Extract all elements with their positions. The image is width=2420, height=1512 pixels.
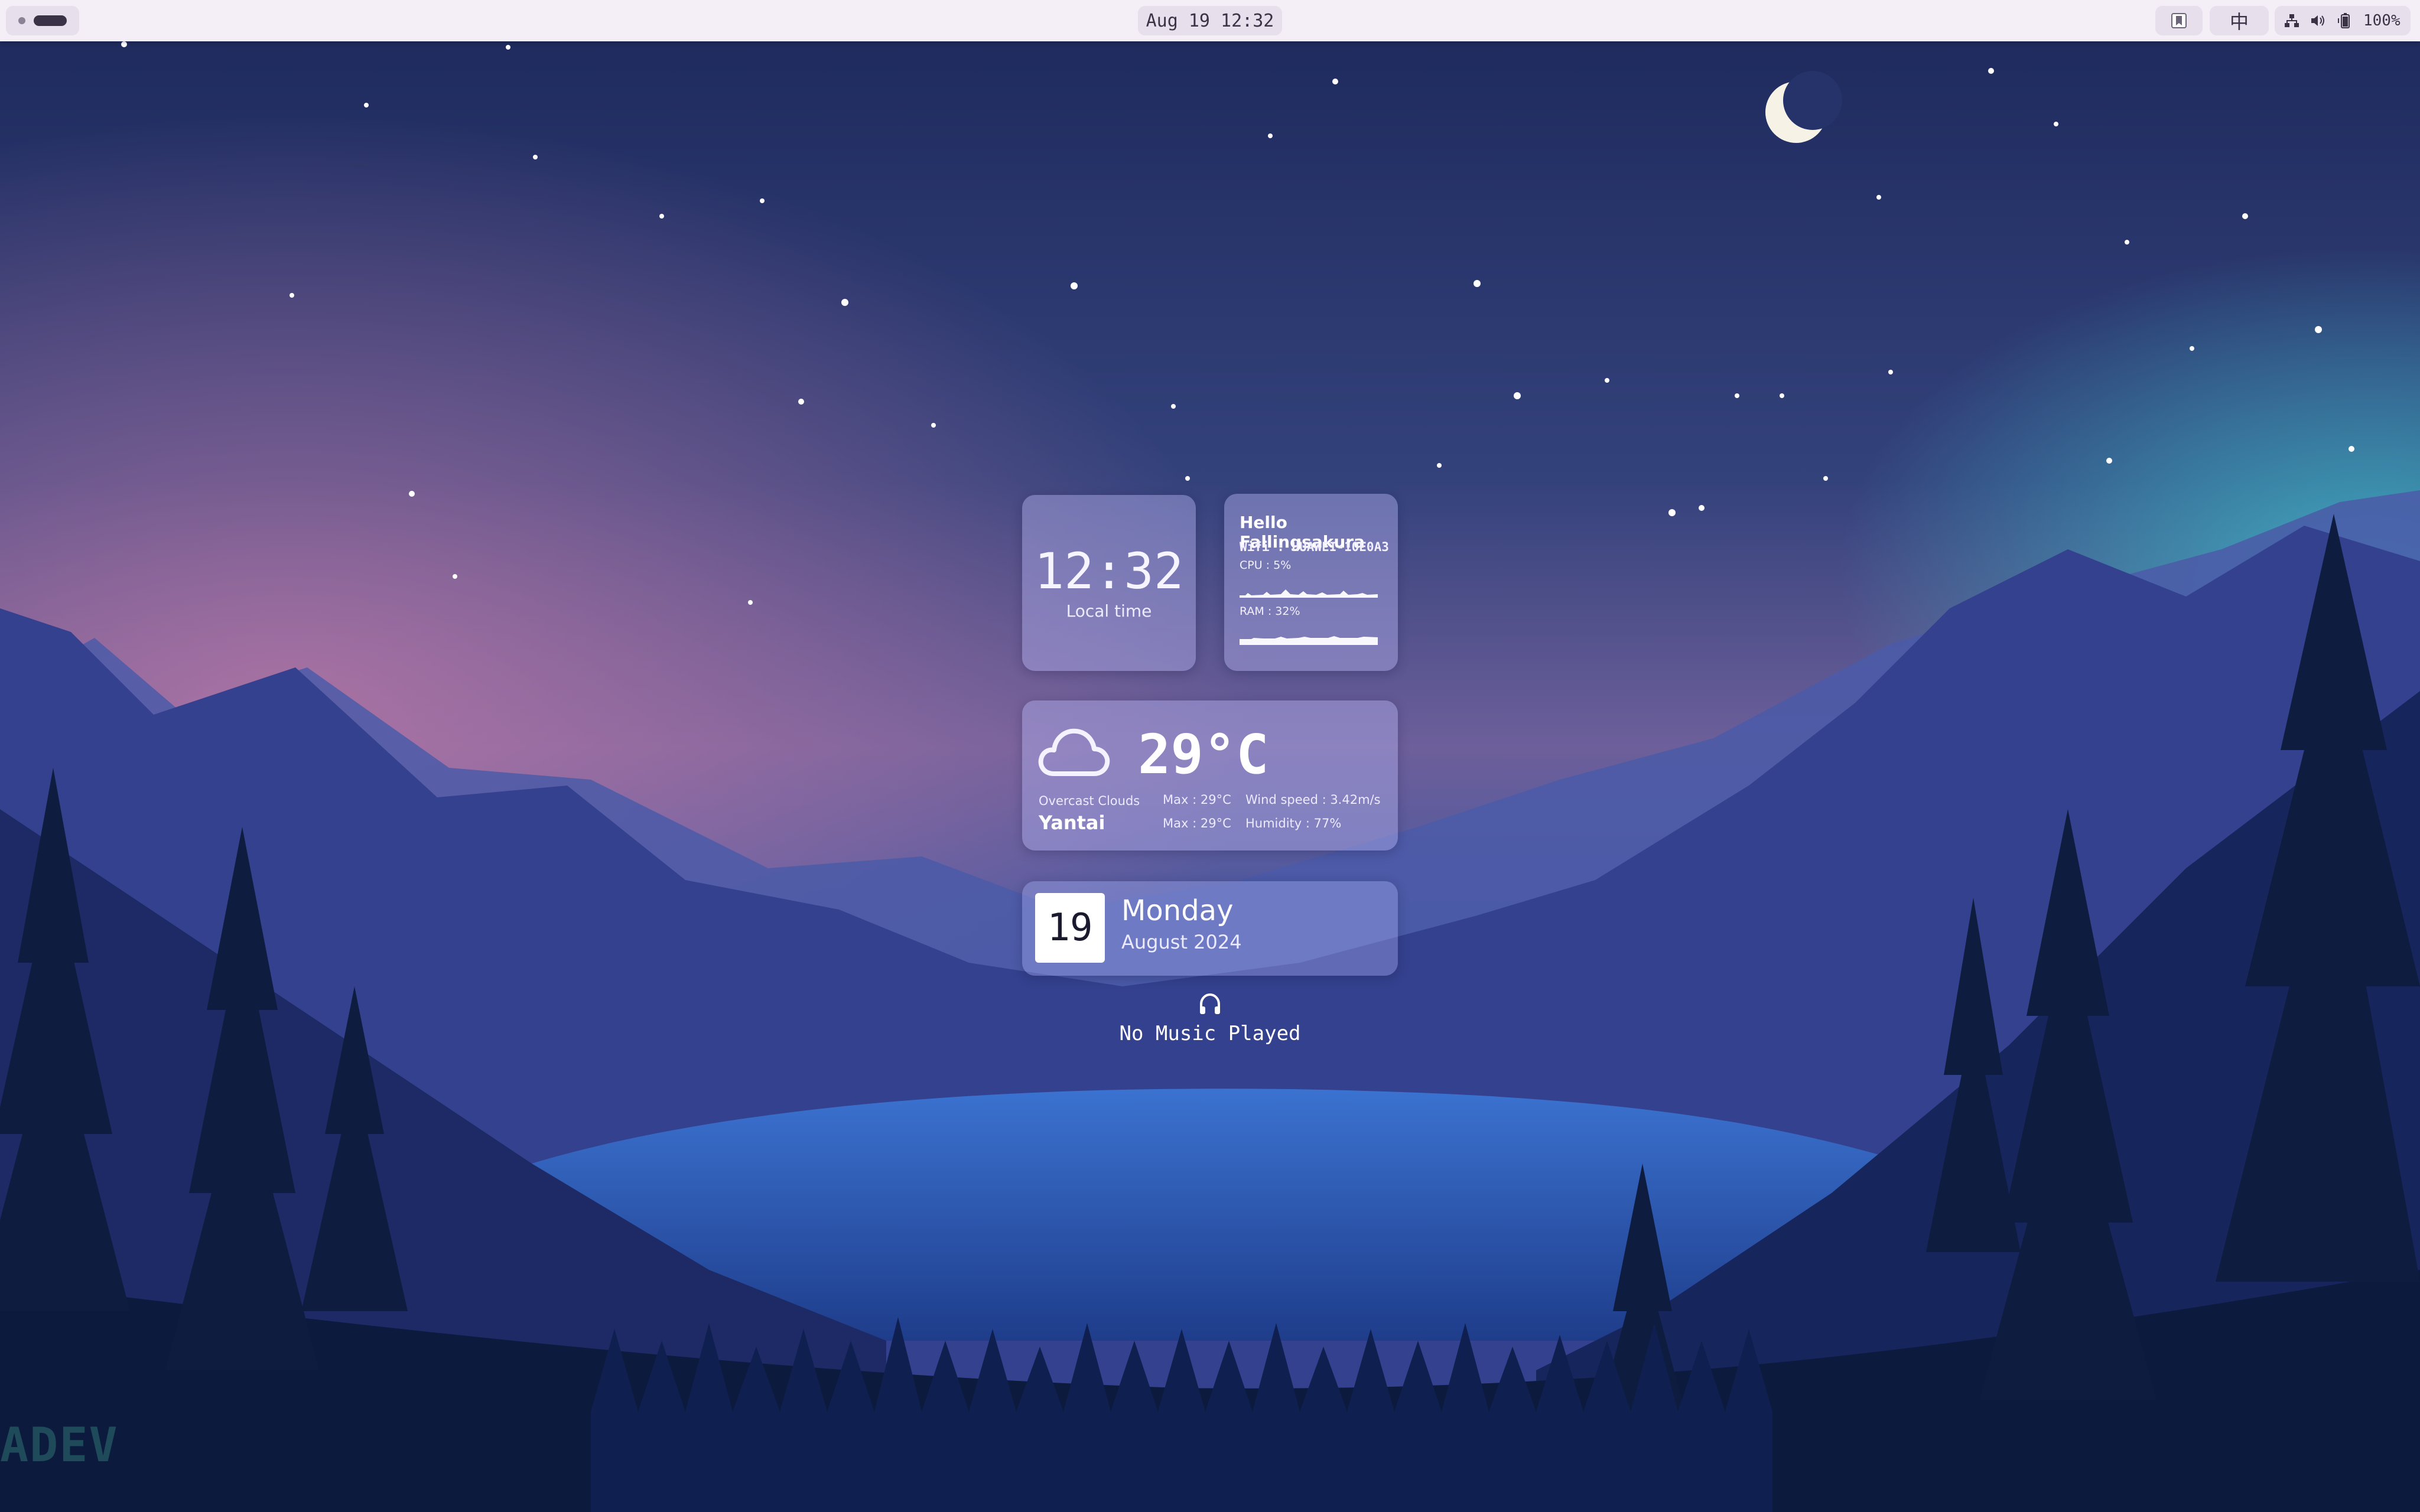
weather-description: Overcast Clouds bbox=[1039, 794, 1140, 808]
music-status: No Music Played bbox=[1119, 1022, 1301, 1045]
bookmark-button[interactable] bbox=[2155, 6, 2203, 35]
workspace-dot[interactable] bbox=[18, 17, 25, 24]
weather-max-1: Max : 29°C bbox=[1163, 793, 1231, 807]
wind-speed: Wind speed : 3.42m/s bbox=[1245, 793, 1381, 807]
system-tray[interactable]: 100% bbox=[2275, 6, 2411, 35]
datetime-label: Aug 19 12:32 bbox=[1146, 10, 1274, 31]
weather-city: Yantai bbox=[1039, 812, 1105, 834]
top-bar: Aug 19 12:32 中 100% bbox=[0, 0, 2420, 41]
workspace-switcher[interactable] bbox=[6, 6, 79, 35]
battery-percentage: 100% bbox=[2363, 12, 2401, 30]
cloud-icon bbox=[1037, 723, 1111, 782]
cpu-usage: CPU : 5% bbox=[1240, 559, 1292, 572]
workspace-active-indicator[interactable] bbox=[34, 15, 67, 26]
temperature: 29°C bbox=[1138, 723, 1269, 786]
clock-widget: 12:32 Local time bbox=[1022, 495, 1196, 671]
input-method-label: 中 bbox=[2229, 11, 2249, 33]
weekday: Monday bbox=[1121, 894, 1234, 927]
battery-icon bbox=[2337, 12, 2353, 29]
clock-label: Local time bbox=[1066, 601, 1152, 621]
humidity: Humidity : 77% bbox=[1245, 816, 1342, 830]
input-method-button[interactable]: 中 bbox=[2210, 6, 2269, 35]
weather-widget: 29°C Overcast Clouds Yantai Max : 29°C M… bbox=[1022, 700, 1398, 850]
weather-max-2: Max : 29°C bbox=[1163, 816, 1231, 830]
cpu-graph bbox=[1240, 589, 1378, 598]
date-widget: 19 Monday August 2024 bbox=[1022, 881, 1398, 976]
ram-usage: RAM : 32% bbox=[1240, 605, 1300, 618]
network-icon[interactable] bbox=[2284, 13, 2299, 28]
month-year: August 2024 bbox=[1121, 931, 1242, 953]
bookmark-icon bbox=[2171, 12, 2187, 29]
wifi-status: Wifi : HUAWEI-10E0A3 bbox=[1240, 540, 1389, 554]
day-number: 19 bbox=[1035, 893, 1105, 963]
headphones-icon bbox=[1198, 992, 1222, 1018]
topbar-datetime[interactable]: Aug 19 12:32 bbox=[1138, 6, 1282, 35]
volume-icon[interactable] bbox=[2310, 13, 2327, 28]
clock-time: 12:32 bbox=[1034, 542, 1184, 600]
system-widget: Hello Fallingsakura Wifi : HUAWEI-10E0A3… bbox=[1224, 494, 1398, 671]
watermark-text: ADEV bbox=[0, 1418, 119, 1472]
ram-graph bbox=[1240, 636, 1378, 645]
